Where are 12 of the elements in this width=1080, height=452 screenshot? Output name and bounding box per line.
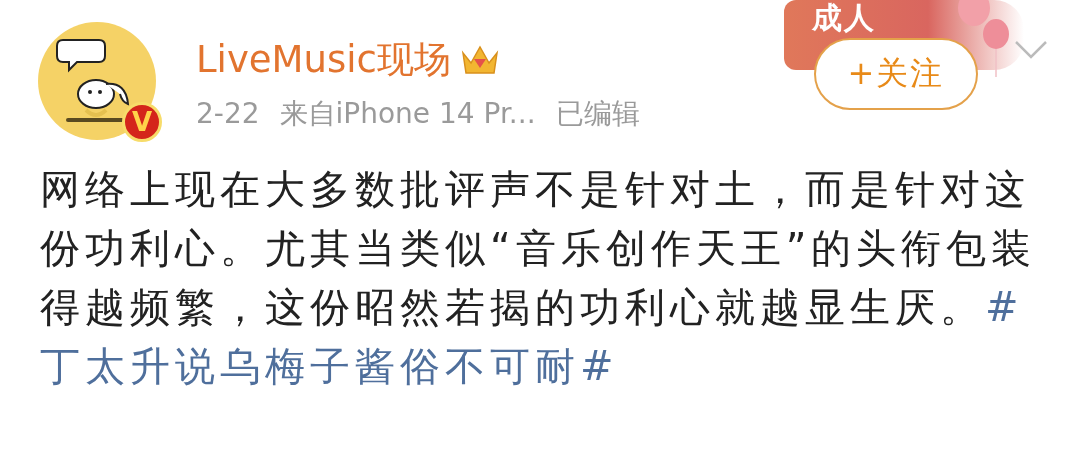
hashtag-link[interactable]: # (985, 278, 1024, 337)
hashtag-link[interactable]: 丁太升说乌梅子酱俗不可耐# (40, 337, 619, 396)
chevron-down-icon[interactable] (1014, 40, 1048, 60)
verified-badge: V (122, 102, 162, 142)
body-text: 得越频繁，这份昭然若揭的功利心就越显生厌。 (40, 283, 985, 332)
crown-icon (460, 43, 499, 77)
edited-label: 已编辑 (555, 96, 640, 132)
body-text: 网络上现在大多数批评声不是针对土，而是针对这 (40, 165, 1030, 214)
body-text: 份功利心。尤其当类似“音乐创作天王”的头衔包装 (40, 224, 1037, 273)
author-name[interactable]: LiveMusic现场 (196, 38, 451, 82)
post-date: 2-22 (196, 96, 260, 132)
post-source: 来自iPhone 14 Pr... (279, 96, 536, 132)
